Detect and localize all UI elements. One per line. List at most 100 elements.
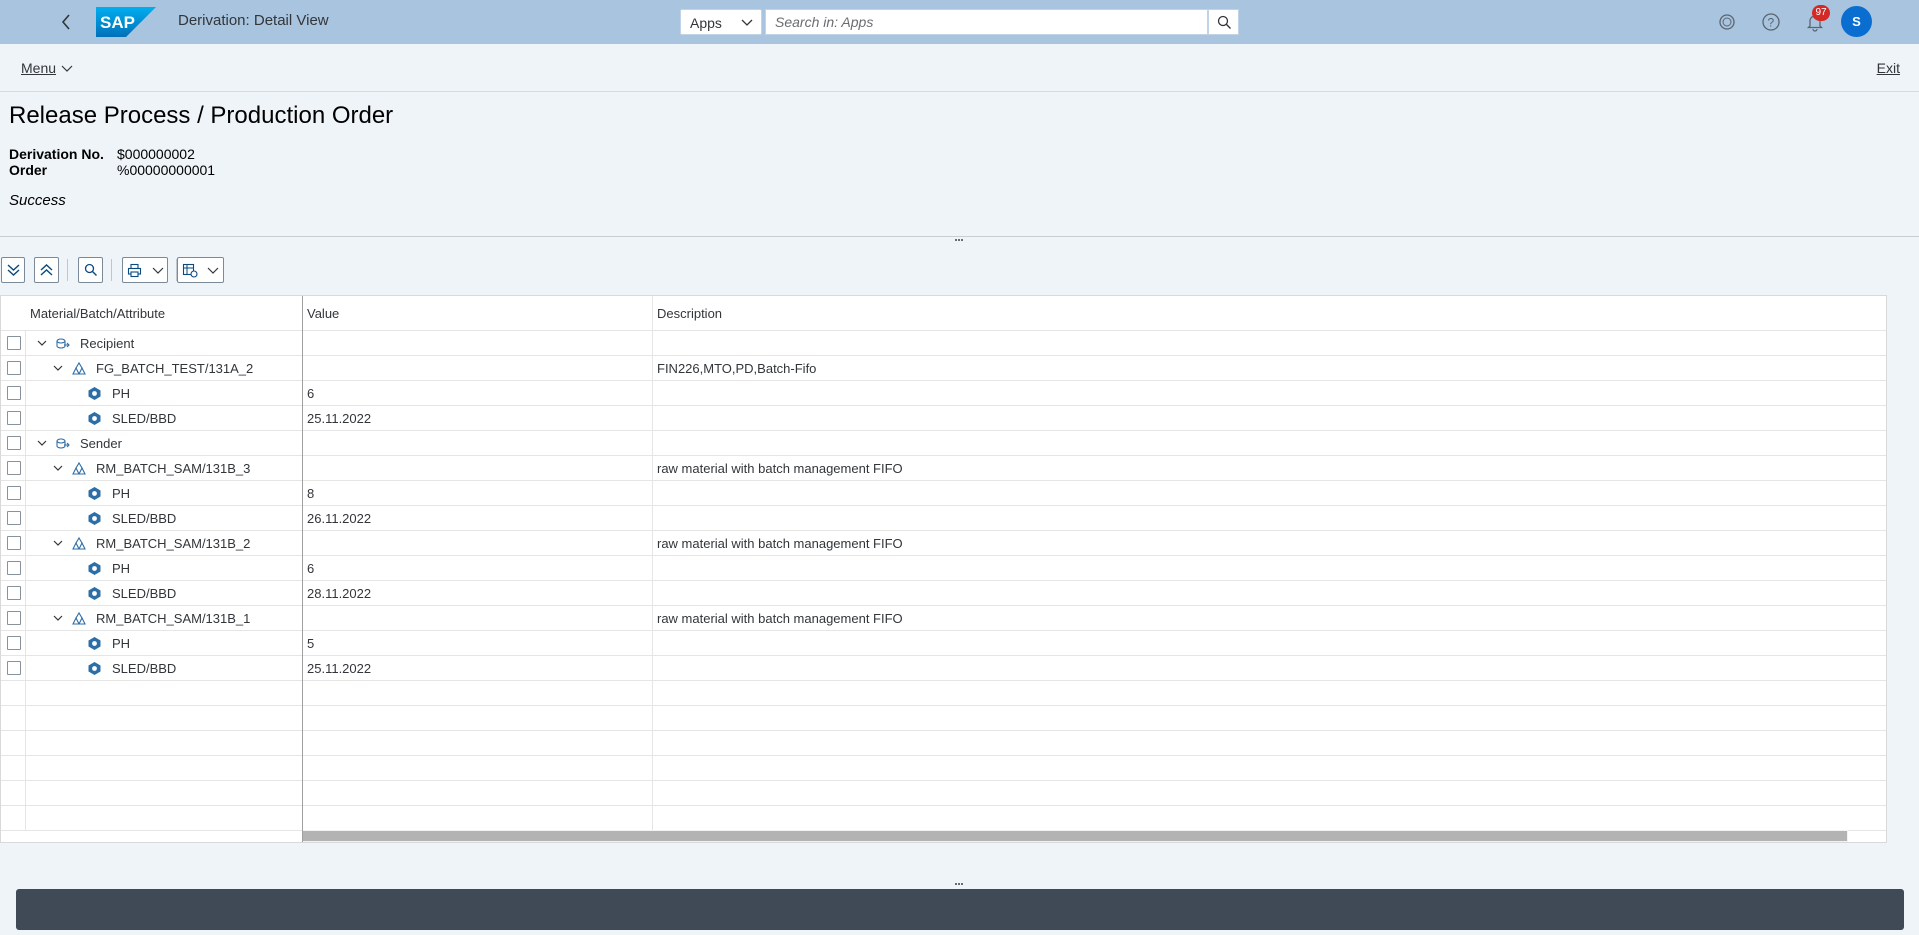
tree-node-label: Recipient bbox=[80, 336, 135, 351]
characteristic-icon bbox=[88, 487, 101, 500]
chevron-down-icon[interactable] bbox=[52, 462, 64, 474]
row-select-checkbox[interactable] bbox=[7, 486, 21, 500]
exit-button[interactable]: Exit bbox=[1877, 60, 1900, 76]
row-select-checkbox[interactable] bbox=[7, 386, 21, 400]
chevron-down-icon[interactable] bbox=[36, 337, 48, 349]
table-row[interactable]: Sender bbox=[1, 431, 1886, 456]
copilot-icon[interactable] bbox=[1717, 12, 1737, 32]
chevron-down-icon bbox=[61, 65, 73, 72]
empty-row bbox=[1, 806, 1886, 831]
table-row[interactable]: PH 8 bbox=[1, 481, 1886, 506]
resize-handle[interactable] bbox=[955, 239, 965, 243]
tree-node-label: SLED/BBD bbox=[112, 586, 177, 601]
cell-value: 25.11.2022 bbox=[307, 411, 372, 426]
cell-value: 5 bbox=[307, 636, 315, 651]
cell-value: 6 bbox=[307, 561, 315, 576]
sap-logo[interactable]: SAP bbox=[96, 7, 156, 37]
sender-icon bbox=[56, 438, 70, 449]
column-divider bbox=[652, 296, 653, 830]
cell-value: 6 bbox=[307, 386, 315, 401]
search-icon bbox=[1217, 15, 1231, 29]
svg-text:SAP: SAP bbox=[100, 13, 135, 32]
table-row[interactable]: RM_BATCH_SAM/131B_1 raw material with bat… bbox=[1, 606, 1886, 631]
tree-node-label: SLED/BBD bbox=[112, 411, 177, 426]
chevron-down-icon[interactable] bbox=[52, 612, 64, 624]
object-header: Release Process / Production Order Deriv… bbox=[0, 92, 1919, 237]
toolbar-separator bbox=[67, 259, 68, 281]
row-select-checkbox[interactable] bbox=[7, 511, 21, 525]
row-select-checkbox[interactable] bbox=[7, 461, 21, 475]
footer-bar bbox=[16, 889, 1904, 930]
row-select-checkbox[interactable] bbox=[7, 436, 21, 450]
characteristic-icon bbox=[88, 562, 101, 575]
table-row[interactable]: PH 6 bbox=[1, 556, 1886, 581]
table-row[interactable]: SLED/BBD 25.11.2022 bbox=[1, 656, 1886, 681]
tree-node-label: SLED/BBD bbox=[112, 511, 177, 526]
field-value-order: %00000000001 bbox=[117, 162, 216, 178]
chevron-down-icon bbox=[741, 19, 753, 26]
row-select-checkbox[interactable] bbox=[7, 636, 21, 650]
search-scope-select[interactable]: Apps bbox=[680, 9, 762, 35]
page-title: Release Process / Production Order bbox=[9, 102, 394, 129]
row-select-checkbox[interactable] bbox=[7, 536, 21, 550]
characteristic-icon bbox=[88, 512, 101, 525]
tree-node-label: RM_BATCH_SAM/131B_3 bbox=[96, 461, 251, 476]
row-select-checkbox[interactable] bbox=[7, 361, 21, 375]
row-select-checkbox[interactable] bbox=[7, 661, 21, 675]
empty-row bbox=[1, 706, 1886, 731]
menu-button[interactable]: Menu bbox=[21, 60, 56, 76]
table-row[interactable]: RM_BATCH_SAM/131B_3 raw material with bat… bbox=[1, 456, 1886, 481]
search-input[interactable] bbox=[765, 9, 1208, 35]
row-select-checkbox[interactable] bbox=[7, 336, 21, 350]
back-icon[interactable] bbox=[56, 11, 78, 33]
layout-menu-button[interactable] bbox=[177, 257, 224, 283]
chevron-down-icon[interactable] bbox=[52, 537, 64, 549]
cell-value: 8 bbox=[307, 486, 315, 501]
cell-value: 28.11.2022 bbox=[307, 586, 372, 601]
column-header-value[interactable]: Value bbox=[307, 306, 339, 321]
help-icon[interactable]: ? bbox=[1761, 12, 1781, 32]
column-divider[interactable] bbox=[302, 296, 303, 842]
collapse-all-button[interactable] bbox=[34, 257, 59, 283]
find-button[interactable] bbox=[78, 257, 103, 283]
print-menu-button[interactable] bbox=[122, 257, 168, 283]
table-row[interactable]: SLED/BBD 25.11.2022 bbox=[1, 406, 1886, 431]
batch-icon bbox=[72, 461, 86, 475]
tree-node-label: PH bbox=[112, 561, 131, 576]
table-row[interactable]: RM_BATCH_SAM/131B_2 raw material with bat… bbox=[1, 531, 1886, 556]
expand-all-button[interactable] bbox=[1, 257, 25, 283]
row-select-checkbox[interactable] bbox=[7, 586, 21, 600]
table-row[interactable]: PH 6 bbox=[1, 381, 1886, 406]
tree-node-label: RM_BATCH_SAM/131B_1 bbox=[96, 611, 251, 626]
collapse-all-icon bbox=[40, 264, 53, 276]
search-scope-value: Apps bbox=[690, 15, 722, 31]
characteristic-icon bbox=[88, 387, 101, 400]
batch-icon bbox=[72, 361, 86, 375]
avatar[interactable]: S bbox=[1841, 6, 1872, 37]
batch-icon bbox=[72, 536, 86, 550]
table-row[interactable]: PH 5 bbox=[1, 631, 1886, 656]
tree-node-label: Sender bbox=[80, 436, 122, 451]
table-row[interactable]: FG_BATCH_TEST/131A_2 FIN226,MTO,PD,Batch-… bbox=[1, 356, 1886, 381]
cell-description: raw material with batch management FIFO bbox=[657, 611, 903, 626]
resize-handle[interactable] bbox=[955, 883, 965, 887]
shell-header: SAP Derivation: Detail View Apps ? 97 S bbox=[0, 0, 1919, 44]
row-select-checkbox[interactable] bbox=[7, 611, 21, 625]
horizontal-scrollbar-thumb[interactable] bbox=[303, 831, 1847, 841]
tree-table: Material/Batch/Attribute Value Descripti… bbox=[0, 295, 1887, 843]
chevron-down-icon[interactable] bbox=[52, 362, 64, 374]
chevron-down-icon[interactable] bbox=[36, 437, 48, 449]
search-button[interactable] bbox=[1208, 9, 1239, 35]
field-value-derivation-no: $000000002 bbox=[117, 146, 195, 162]
table-row[interactable]: SLED/BBD 26.11.2022 bbox=[1, 506, 1886, 531]
table-row[interactable]: SLED/BBD 28.11.2022 bbox=[1, 581, 1886, 606]
characteristic-icon bbox=[88, 587, 101, 600]
column-header-description[interactable]: Description bbox=[657, 306, 722, 321]
row-select-checkbox[interactable] bbox=[7, 411, 21, 425]
column-header-material[interactable]: Material/Batch/Attribute bbox=[30, 306, 165, 321]
row-select-checkbox[interactable] bbox=[7, 561, 21, 575]
chevron-down-icon bbox=[207, 267, 219, 274]
cell-description: FIN226,MTO,PD,Batch-Fifo bbox=[657, 361, 817, 376]
table-row[interactable]: Recipient bbox=[1, 331, 1886, 356]
toolbar-separator bbox=[111, 259, 112, 281]
